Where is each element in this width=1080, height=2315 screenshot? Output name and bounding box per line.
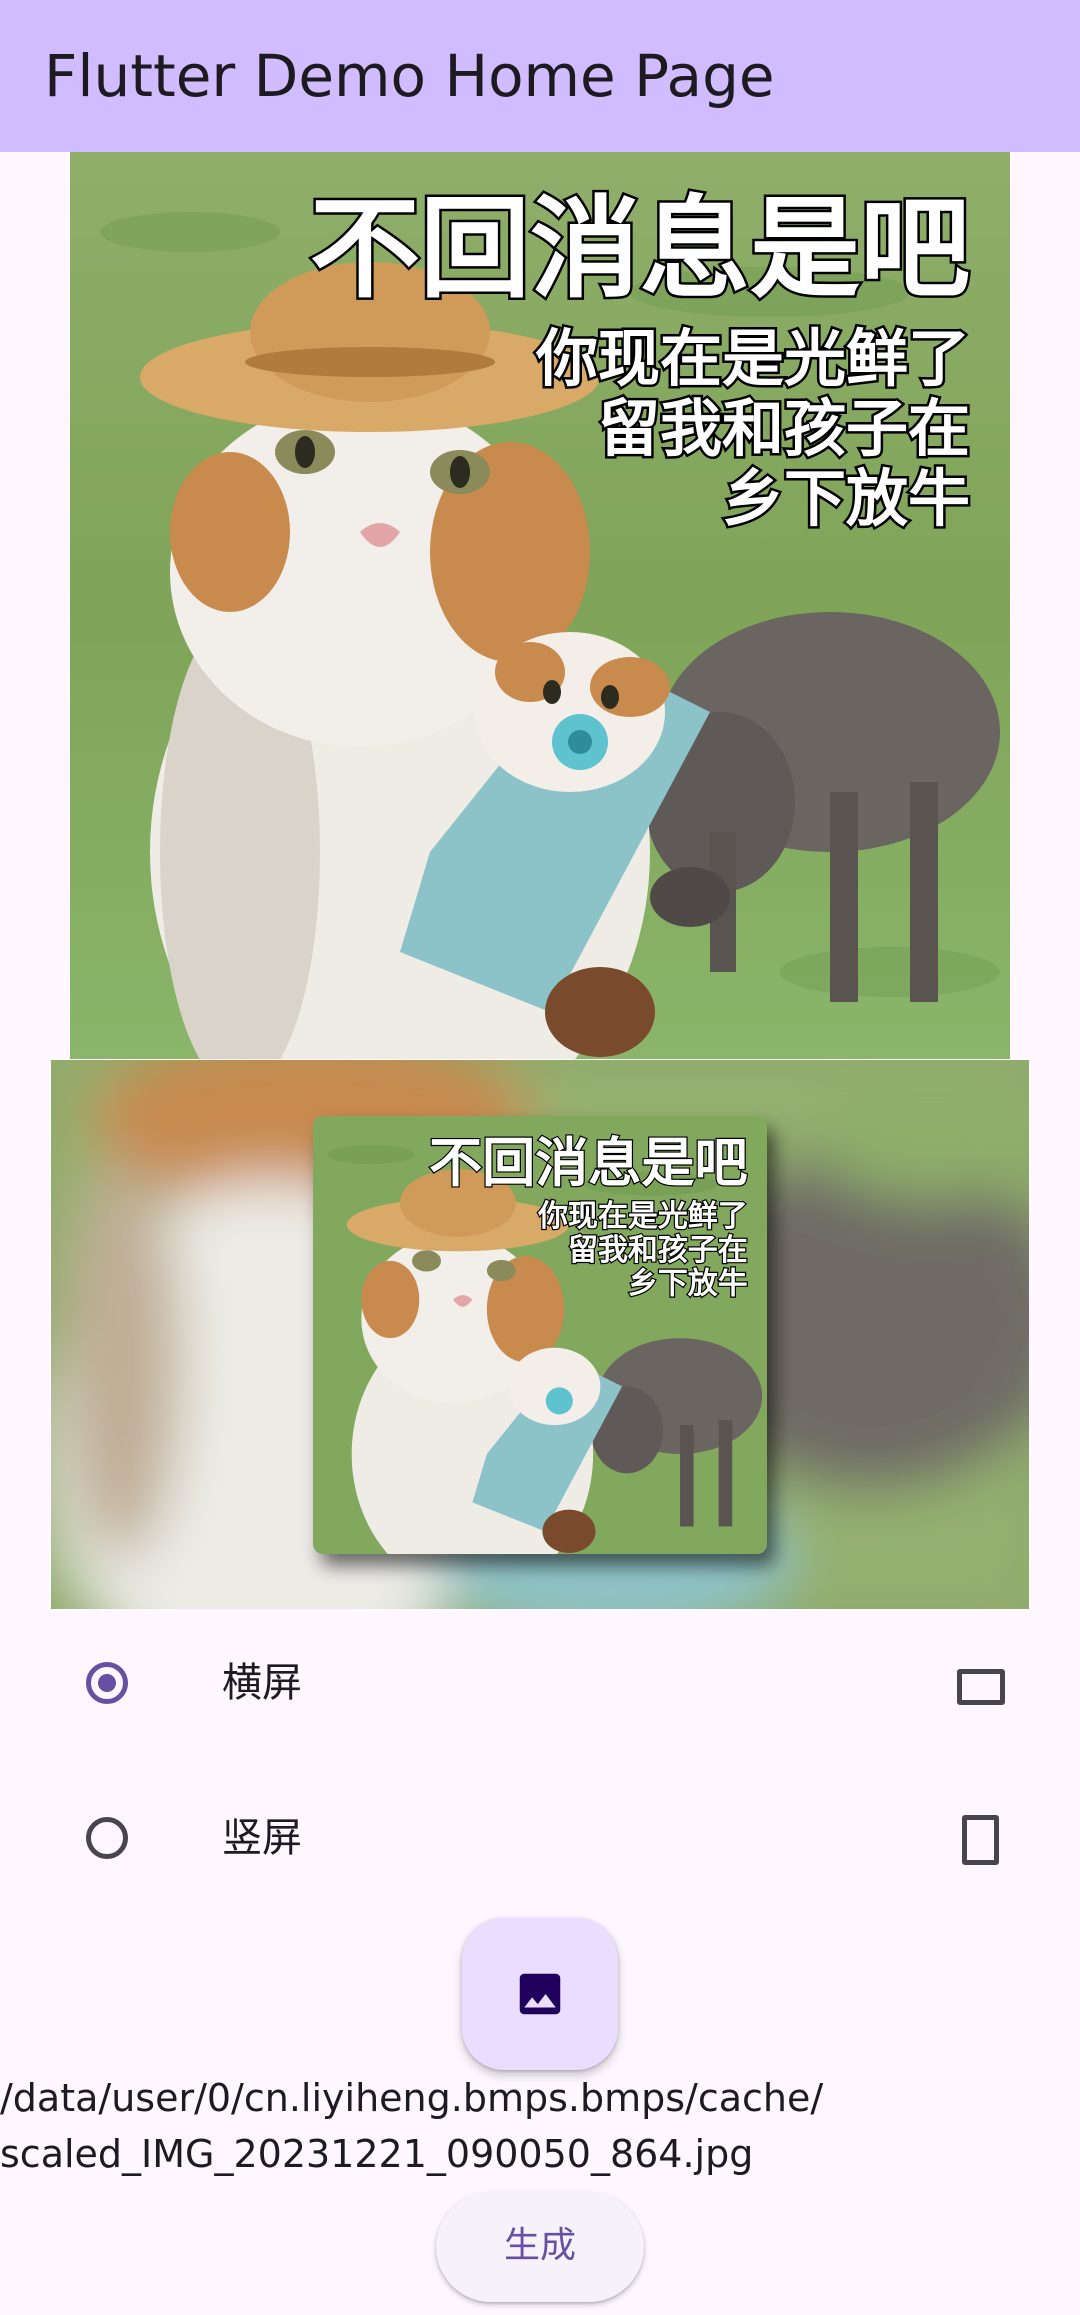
generated-preview: 不回消息是吧 你现在是光鲜了 留我和孩子在 乡下放牛 xyxy=(51,1060,1029,1609)
radio-option-landscape[interactable]: 横屏 xyxy=(0,1612,1080,1762)
radio-label-portrait: 竖屏 xyxy=(222,1815,302,1861)
file-path-line: /data/user/0/cn.liyiheng.bmps.bmps/cache… xyxy=(0,2076,824,2120)
radio-option-portrait[interactable]: 竖屏 xyxy=(0,1767,1080,1917)
crop-landscape-icon xyxy=(957,1669,1005,1705)
file-path-text: /data/user/0/cn.liyiheng.bmps.bmps/cache… xyxy=(0,2070,1000,2182)
app-bar: Flutter Demo Home Page xyxy=(0,0,1080,152)
preview-caption-line: 留我和孩子在 xyxy=(568,1233,748,1268)
radio-label-landscape: 横屏 xyxy=(222,1660,302,1706)
preview-caption-line: 乡下放牛 xyxy=(628,1267,748,1302)
selected-image: 不回消息是吧 你现在是光鲜了 留我和孩子在 乡下放牛 xyxy=(70,152,1010,1059)
radio-button-selected[interactable] xyxy=(86,1662,128,1704)
meme-caption-line: 乡下放牛 xyxy=(722,462,970,535)
meme-caption-line: 你现在是光鲜了 xyxy=(535,322,970,395)
generate-button[interactable]: 生成 xyxy=(436,2192,644,2302)
file-path-line: scaled_IMG_20231221_090050_864.jpg xyxy=(0,2132,754,2176)
preview-caption-line: 你现在是光鲜了 xyxy=(537,1199,748,1234)
page-title: Flutter Demo Home Page xyxy=(44,42,775,110)
crop-portrait-icon xyxy=(962,1815,999,1865)
image-icon xyxy=(519,1973,561,2015)
preview-caption-title: 不回消息是吧 xyxy=(429,1132,748,1194)
meme-caption-title: 不回消息是吧 xyxy=(310,185,970,313)
generate-button-label: 生成 xyxy=(503,2225,576,2266)
meme-caption-line: 留我和孩子在 xyxy=(598,392,970,465)
pick-image-button[interactable] xyxy=(462,1918,618,2070)
radio-button-unselected[interactable] xyxy=(86,1817,128,1859)
radio-dot xyxy=(98,1674,116,1692)
preview-card: 不回消息是吧 你现在是光鲜了 留我和孩子在 乡下放牛 xyxy=(313,1116,767,1554)
